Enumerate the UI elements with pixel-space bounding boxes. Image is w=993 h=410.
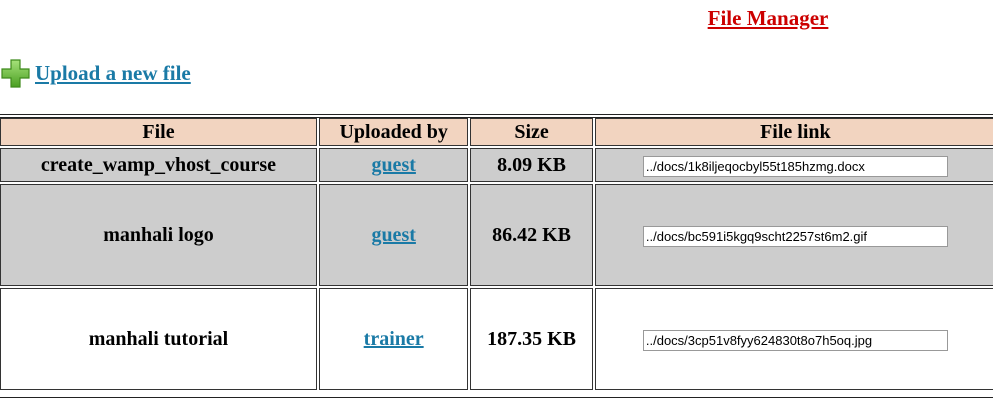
table-row: create_wamp_vhost_course guest 8.09 KB [0,148,993,182]
file-link-input[interactable] [642,329,948,351]
divider-bottom [0,397,993,398]
uploader-link[interactable]: trainer [364,328,424,350]
column-header-file-link: File link [594,118,993,146]
file-name-cell: create_wamp_vhost_course [0,148,317,182]
file-link-cell [594,288,993,390]
file-name-cell: manhali logo [0,184,317,286]
uploader-link[interactable]: guest [371,154,415,176]
column-header-file: File [0,118,317,146]
column-header-uploaded-by: Uploaded by [318,118,469,146]
table-row: manhali tutorial trainer 187.35 KB [0,288,993,390]
upload-section: Upload a new file [0,58,191,89]
plus-icon[interactable] [0,58,31,89]
file-link-cell [594,184,993,286]
file-name-cell: manhali tutorial [0,288,317,390]
file-size-cell: 8.09 KB [470,148,593,182]
upload-new-file-link[interactable]: Upload a new file [35,61,191,86]
column-header-size: Size [470,118,593,146]
uploader-link[interactable]: guest [371,224,415,246]
file-link-input[interactable] [642,155,948,177]
file-size-cell: 86.42 KB [470,184,593,286]
title-container: File Manager [0,0,993,40]
file-size-cell: 187.35 KB [470,288,593,390]
uploader-cell: guest [318,148,469,182]
page-title: File Manager [707,6,829,30]
uploader-cell: guest [318,184,469,286]
uploader-cell: trainer [318,288,469,390]
divider-top [0,114,993,115]
file-manager-page: File Manager Upload a new file File Uplo… [0,0,993,410]
table-row: manhali logo guest 86.42 KB [0,184,993,286]
files-table: File Uploaded by Size File link create_w… [0,116,993,392]
file-link-input[interactable] [642,225,948,247]
table-header-row: File Uploaded by Size File link [0,118,993,146]
file-link-cell [594,148,993,182]
